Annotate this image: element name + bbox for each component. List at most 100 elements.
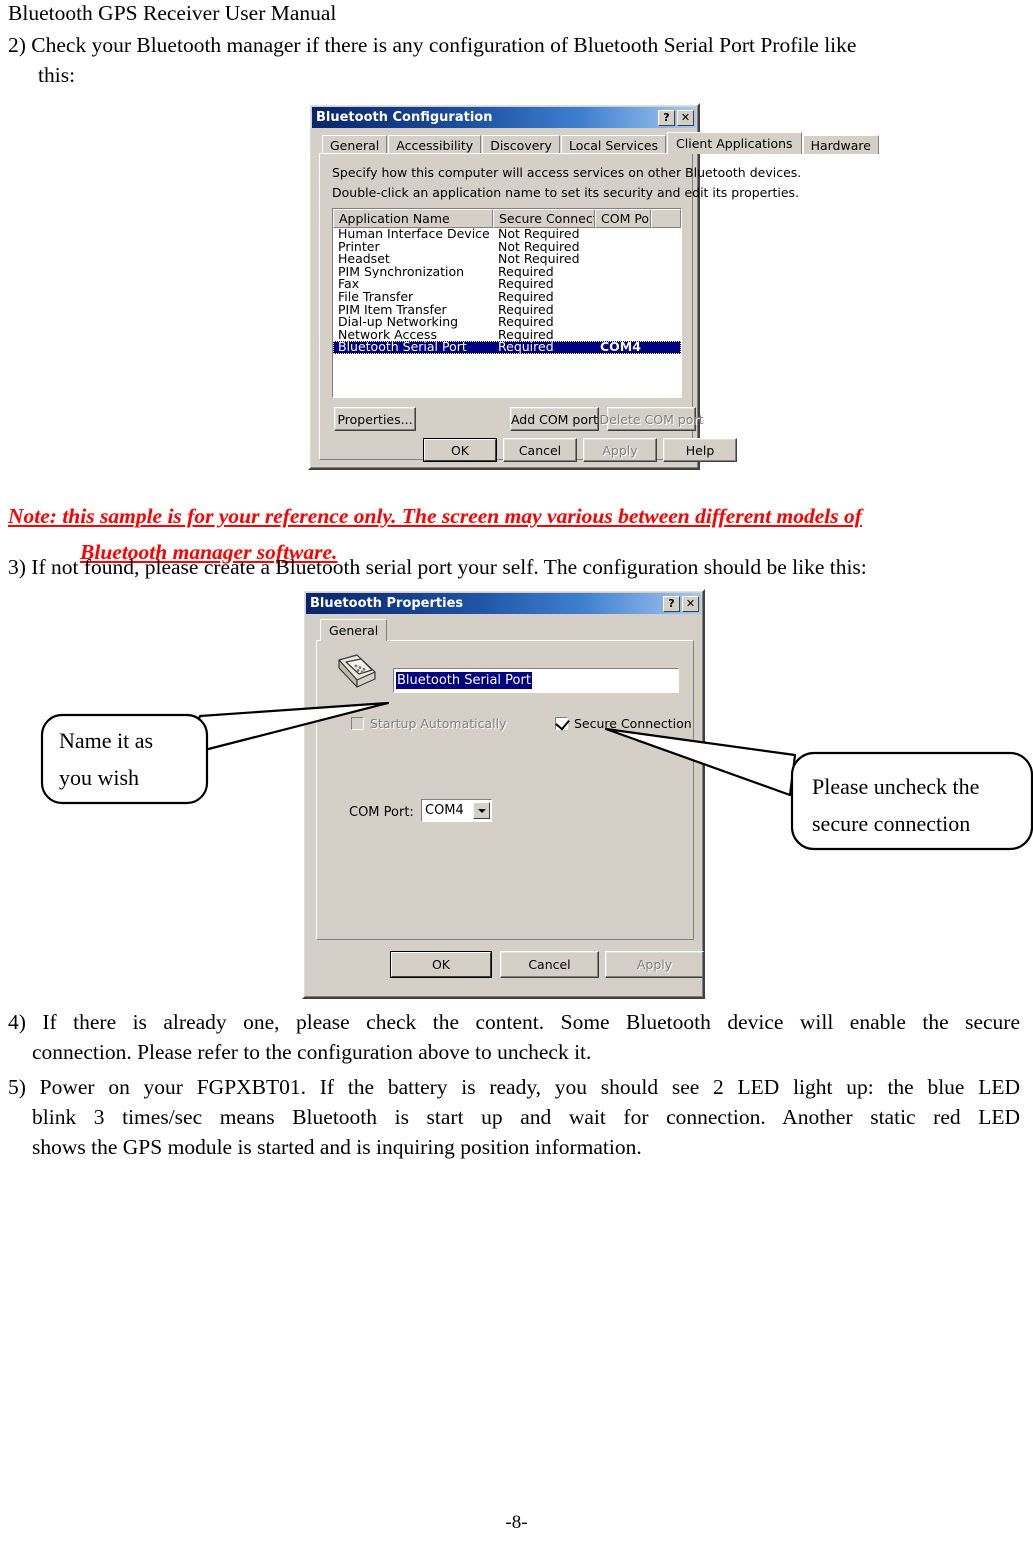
table-row[interactable]: PIM Synchronization Required (333, 266, 681, 279)
table-row[interactable]: Printer Not Required (333, 241, 681, 254)
table-row[interactable]: PIM Item Transfer Required (333, 304, 681, 317)
cell-c3 (595, 316, 651, 329)
cell-c1: PIM Synchronization (338, 265, 465, 279)
config-apply-button: Apply (583, 438, 657, 462)
callout-left-text: Name it as you wish (59, 722, 153, 796)
column-application-name[interactable]: Application Name (333, 209, 493, 228)
application-list-body: Human Interface Device Not Required Printe… (333, 228, 681, 354)
config-cancel-button[interactable]: Cancel (503, 438, 577, 462)
cell-c1: Fax (338, 278, 360, 291)
column-filler (651, 209, 681, 228)
cell-c2: Not Required (498, 253, 580, 266)
tab-discovery[interactable]: Discovery (482, 135, 560, 154)
table-row[interactable]: Bluetooth Serial Port Required COM4 (333, 341, 681, 354)
properties-button[interactable]: Properties... (334, 407, 416, 431)
paragraph-step-4: 4) If there is already one, please check… (8, 1007, 1020, 1067)
bluetooth-configuration-dialog[interactable]: Bluetooth Configuration ? ✕ General Acce… (308, 103, 879, 470)
config-help-button[interactable]: Help (663, 438, 737, 462)
config-ok-label: OK (424, 439, 496, 461)
paragraph-step-5: 5) Power on your FGPXBT01. If the batter… (8, 1072, 1020, 1162)
close-icon[interactable]: ✕ (677, 109, 694, 126)
cell-c2: Required (498, 328, 554, 342)
cell-c2: Required (498, 341, 554, 354)
page-number: -8- (505, 1512, 528, 1533)
properties-dialog-title: Bluetooth Properties (310, 596, 464, 611)
com-port-value: COM4 (425, 803, 464, 818)
step-2-line-1: 2) Check your Bluetooth manager if there… (8, 33, 857, 57)
cell-c3 (595, 329, 651, 342)
paragraph-step-2: 2) Check your Bluetooth manager if there… (8, 30, 1008, 90)
column-secure-connection[interactable]: Secure Connection (493, 209, 595, 228)
cell-c3 (595, 241, 651, 254)
client-applications-pane: Specify how this computer will access se… (319, 153, 801, 460)
callout-right-text: Please uncheck the secure connection (812, 768, 979, 842)
document-page: Bluetooth GPS Receiver User Manual 2) Ch… (0, 0, 1033, 1551)
pane-description-line-2: Double-click an application name to set … (332, 185, 800, 200)
cell-c2: Not Required (498, 228, 580, 241)
chevron-down-icon[interactable] (473, 802, 490, 819)
cell-c3: COM4 (600, 341, 641, 354)
cell-c3 (595, 253, 651, 266)
step-5-line-3: shows the GPS module is started and is i… (32, 1135, 642, 1159)
table-row[interactable]: Human Interface Device Not Required (333, 228, 681, 241)
step-5-line-1: 5) Power on your FGPXBT01. If the batter… (8, 1075, 1020, 1099)
cell-c1: File Transfer (338, 290, 414, 304)
cell-c1: Dial-up Networking (338, 316, 459, 329)
cell-c1: PIM Item Transfer (338, 303, 447, 317)
config-dialog-titlebar[interactable]: Bluetooth Configuration ? ✕ (312, 107, 696, 128)
properties-apply-button: Apply (605, 951, 704, 978)
add-com-port-button[interactable]: Add COM port (510, 407, 599, 431)
table-row[interactable]: File Transfer Required (333, 291, 681, 304)
properties-titlebar-buttons: ? ✕ (663, 595, 699, 612)
cell-c2: Required (498, 303, 554, 317)
properties-dialog-titlebar[interactable]: Bluetooth Properties ? ✕ (306, 593, 701, 614)
column-com-port[interactable]: COM Port (595, 209, 651, 228)
application-list-header: Application Name Secure Connection COM P… (333, 209, 681, 228)
cell-c2: Required (498, 290, 554, 304)
com-port-select[interactable]: COM4 (421, 799, 492, 822)
tab-client-applications[interactable]: Client Applications (667, 132, 802, 154)
cell-c3 (595, 266, 651, 279)
table-row[interactable]: Headset Not Required (333, 253, 681, 266)
properties-ok-button[interactable]: OK (390, 951, 492, 978)
cell-c1: Bluetooth Serial Port (338, 341, 467, 354)
cell-c3 (595, 228, 651, 241)
step-2-line-2: this: (38, 63, 76, 87)
help-icon[interactable]: ? (663, 595, 680, 612)
cell-c3 (595, 278, 651, 291)
tab-general[interactable]: General (322, 135, 388, 154)
table-row[interactable]: Fax Required (333, 278, 681, 291)
cell-c2: Required (498, 316, 554, 329)
cell-c1: Headset (338, 253, 390, 266)
delete-com-port-button: Delete COM port (600, 407, 704, 431)
config-ok-button[interactable]: OK (423, 438, 497, 462)
note-line-1: Note: this sample is for your reference … (8, 504, 862, 528)
secure-connection-box[interactable] (555, 715, 570, 731)
paragraph-step-3: 3) If not found, please create a Bluetoo… (8, 552, 1018, 582)
table-row[interactable]: Network Access Required (333, 329, 681, 342)
close-icon[interactable]: ✕ (682, 595, 699, 612)
cell-c2: Required (498, 278, 554, 291)
callout-left-line-1: Name it as (59, 728, 154, 753)
application-list[interactable]: Application Name Secure Connection COM P… (332, 208, 682, 398)
tab-accessibility[interactable]: Accessibility (388, 135, 482, 154)
table-row[interactable]: Dial-up Networking Required (333, 316, 681, 329)
cell-c2: Required (498, 265, 554, 279)
step-5-line-2: blink 3 times/sec means Bluetooth is sta… (32, 1105, 1020, 1129)
callout-right-line-1: Please uncheck the (812, 774, 980, 799)
step-4-line-2: connection. Please refer to the configur… (32, 1040, 592, 1064)
cell-c2: Not Required (498, 240, 580, 254)
properties-cancel-button[interactable]: Cancel (500, 951, 599, 978)
properties-ok-label: OK (391, 952, 491, 977)
help-icon[interactable]: ? (658, 109, 675, 126)
tab-general[interactable]: General (320, 619, 388, 641)
cell-c1: Printer (338, 240, 380, 254)
callout-right-line-2: secure connection (812, 811, 971, 836)
properties-tabstrip[interactable]: General (320, 619, 388, 641)
document-header: Bluetooth GPS Receiver User Manual (8, 1, 337, 25)
tab-local-services[interactable]: Local Services (560, 135, 667, 154)
tab-hardware[interactable]: Hardware (802, 135, 879, 154)
cell-c1: Human Interface Device (338, 228, 490, 241)
config-dialog-title: Bluetooth Configuration (316, 110, 493, 125)
config-tabstrip[interactable]: General Accessibility Discovery Local Se… (322, 132, 879, 154)
